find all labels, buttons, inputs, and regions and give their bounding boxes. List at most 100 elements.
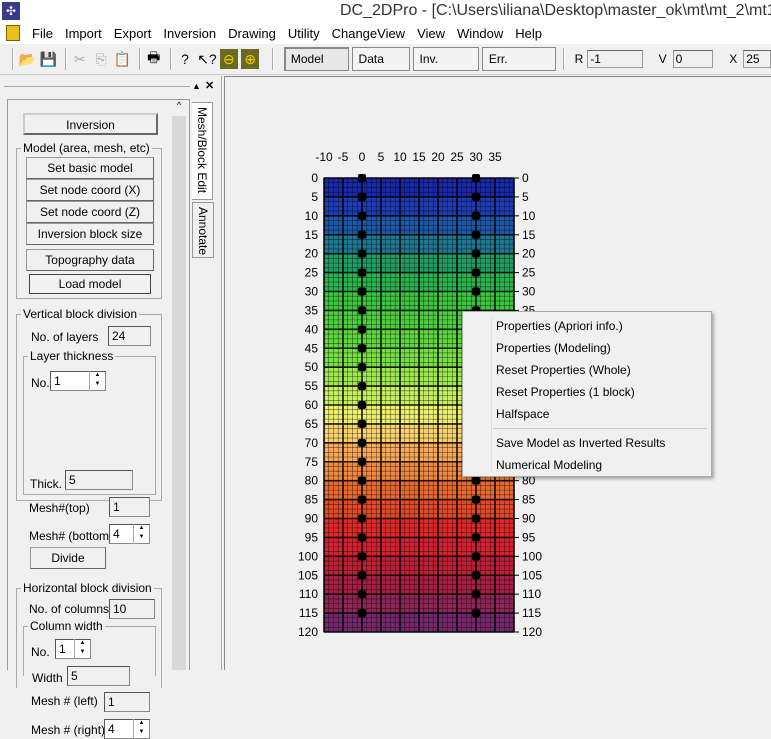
depth-tick-label-left: 105 bbox=[298, 568, 318, 582]
electrode-marker bbox=[358, 306, 366, 315]
mesh-top-field[interactable]: 1 bbox=[109, 497, 150, 517]
menu-item-numerical-modeling[interactable]: Numerical Modeling bbox=[496, 458, 602, 472]
print-icon[interactable]: 🖶 bbox=[145, 49, 163, 69]
app-icon[interactable]: ✣ bbox=[2, 2, 20, 20]
layers-field: 24 bbox=[108, 326, 151, 346]
x-tick-label: 30 bbox=[469, 150, 483, 164]
columns-label: No. of columns bbox=[29, 602, 110, 616]
x-tick-label: 35 bbox=[488, 150, 502, 164]
menu-item-save-as-inverted[interactable]: Save Model as Inverted Results bbox=[496, 436, 665, 450]
menu-item-properties-apriori[interactable]: Properties (Apriori info.) bbox=[496, 319, 623, 333]
depth-tick-label-left: 0 bbox=[311, 171, 318, 185]
electrode-marker bbox=[472, 609, 480, 618]
menu-changeview[interactable]: ChangeView bbox=[326, 26, 411, 41]
toolbar: 📂 💾 ✂ ⎘ 📋 🖶 ? ↖? ⊖ ⊕ Model edit Data edi… bbox=[0, 44, 771, 88]
divide-button[interactable]: Divide bbox=[30, 547, 106, 569]
electrode-marker bbox=[358, 325, 366, 334]
depth-tick-label-left: 65 bbox=[305, 417, 319, 431]
context-menu: Properties (Apriori info.) Properties (M… bbox=[462, 311, 712, 477]
help-icon[interactable]: ? bbox=[176, 49, 194, 69]
thick-field[interactable]: 5 bbox=[65, 470, 133, 490]
menu-item-reset-whole[interactable]: Reset Properties (Whole) bbox=[496, 363, 631, 377]
x-field[interactable]: 25 bbox=[743, 50, 771, 68]
mesh-right-spinner[interactable]: ▲ ▼ bbox=[133, 719, 149, 739]
model-edit-button[interactable]: Model edit bbox=[283, 47, 349, 88]
electrode-marker bbox=[472, 249, 480, 258]
save-icon[interactable]: 💾 bbox=[39, 49, 57, 69]
menu-help[interactable]: Help bbox=[509, 26, 548, 41]
menu-export[interactable]: Export bbox=[108, 26, 158, 41]
set-basic-model-button[interactable]: Set basic model bbox=[26, 157, 154, 179]
depth-tick-label-left: 110 bbox=[299, 587, 318, 601]
menu-import[interactable]: Import bbox=[59, 26, 108, 41]
data-edit-button[interactable]: Data edit bbox=[351, 47, 410, 88]
width-field[interactable]: 5 bbox=[67, 666, 130, 686]
menu-item-properties-modeling[interactable]: Properties (Modeling) bbox=[496, 341, 611, 355]
err-analysis-button[interactable]: Err. analysis bbox=[481, 47, 556, 88]
mesh-left-field[interactable]: 1 bbox=[104, 692, 150, 712]
inversion-button[interactable]: Inversion bbox=[23, 113, 158, 135]
load-model-button[interactable]: Load model bbox=[29, 274, 151, 294]
electrode-marker bbox=[358, 230, 366, 239]
electrode-marker bbox=[358, 401, 366, 409]
mesh-top-label: Mesh#(top) bbox=[29, 501, 90, 515]
column-no-spinner[interactable]: ▲ ▼ bbox=[74, 639, 90, 659]
inv-results-button[interactable]: Inv. results bbox=[412, 47, 479, 88]
electrode-marker bbox=[472, 514, 480, 523]
menu-view[interactable]: View bbox=[411, 26, 451, 41]
electrode-marker bbox=[358, 457, 366, 466]
electrode-marker bbox=[358, 609, 366, 618]
tab-mesh-block-edit[interactable]: Mesh/Block Edit bbox=[192, 102, 213, 200]
r-field[interactable]: -1 bbox=[587, 50, 643, 68]
topography-data-button[interactable]: Topography data bbox=[26, 249, 154, 271]
depth-tick-label-right: 105 bbox=[522, 568, 542, 582]
window-title: DC_2DPro - [C:\Users\iliana\Desktop\mast… bbox=[340, 2, 771, 19]
close-panel-icon[interactable]: ✕ bbox=[205, 79, 214, 92]
columns-field: 10 bbox=[109, 599, 155, 619]
menu-window[interactable]: Window bbox=[451, 26, 509, 41]
zoom-in-icon[interactable]: ⊕ bbox=[241, 49, 260, 69]
electrode-marker bbox=[358, 552, 366, 561]
depth-tick-label-left: 80 bbox=[305, 474, 319, 488]
x-tick-label: 5 bbox=[378, 150, 385, 164]
depth-tick-label-right: 25 bbox=[522, 266, 536, 280]
paste-icon[interactable]: 📋 bbox=[113, 49, 131, 69]
inversion-block-size-button[interactable]: Inversion block size bbox=[26, 223, 154, 245]
depth-tick-label-right: 10 bbox=[522, 209, 536, 223]
v-field[interactable]: 0 bbox=[672, 50, 714, 68]
mesh-left-label: Mesh # (left) bbox=[31, 694, 98, 708]
document-icon[interactable] bbox=[6, 25, 20, 41]
mesh-bottom-spinner[interactable]: ▲ ▼ bbox=[133, 524, 149, 544]
menu-item-halfspace[interactable]: Halfspace bbox=[496, 407, 549, 421]
depth-tick-label-right: 30 bbox=[522, 285, 536, 299]
electrode-marker bbox=[358, 268, 366, 277]
depth-tick-label-right: 5 bbox=[522, 190, 529, 204]
depth-tick-label-right: 90 bbox=[522, 512, 536, 526]
panel-scrollbar[interactable]: ^ bbox=[172, 100, 186, 670]
restore-icon[interactable]: ▲ bbox=[192, 81, 201, 91]
context-help-icon[interactable]: ↖? bbox=[197, 49, 217, 69]
set-node-coord-x-button[interactable]: Set node coord (X) bbox=[26, 179, 154, 201]
menu-utility[interactable]: Utility bbox=[282, 26, 326, 41]
electrode-marker bbox=[358, 571, 366, 580]
depth-tick-label-right: 110 bbox=[522, 587, 541, 601]
open-icon[interactable]: 📂 bbox=[18, 49, 36, 69]
electrode-marker bbox=[472, 211, 480, 220]
electrode-marker bbox=[472, 533, 480, 542]
tab-annotate[interactable]: Annotate bbox=[192, 202, 214, 258]
zoom-out-icon[interactable]: ⊖ bbox=[219, 49, 239, 69]
menu-file[interactable]: File bbox=[26, 26, 59, 41]
electrode-marker bbox=[472, 476, 480, 485]
depth-tick-label-left: 30 bbox=[305, 285, 319, 299]
depth-tick-label-left: 120 bbox=[298, 625, 318, 639]
layer-no-spinner[interactable]: ▲ ▼ bbox=[89, 371, 105, 391]
cut-icon[interactable]: ✂ bbox=[71, 49, 89, 69]
menu-item-reset-1-block[interactable]: Reset Properties (1 block) bbox=[496, 385, 635, 399]
set-node-coord-z-button[interactable]: Set node coord (Z) bbox=[26, 201, 154, 223]
depth-tick-label-left: 85 bbox=[305, 493, 319, 507]
copy-icon[interactable]: ⎘ bbox=[92, 49, 110, 69]
electrode-marker bbox=[472, 552, 480, 561]
depth-tick-label-left: 55 bbox=[305, 379, 319, 393]
menu-drawing[interactable]: Drawing bbox=[222, 26, 282, 41]
menu-inversion[interactable]: Inversion bbox=[157, 26, 222, 41]
